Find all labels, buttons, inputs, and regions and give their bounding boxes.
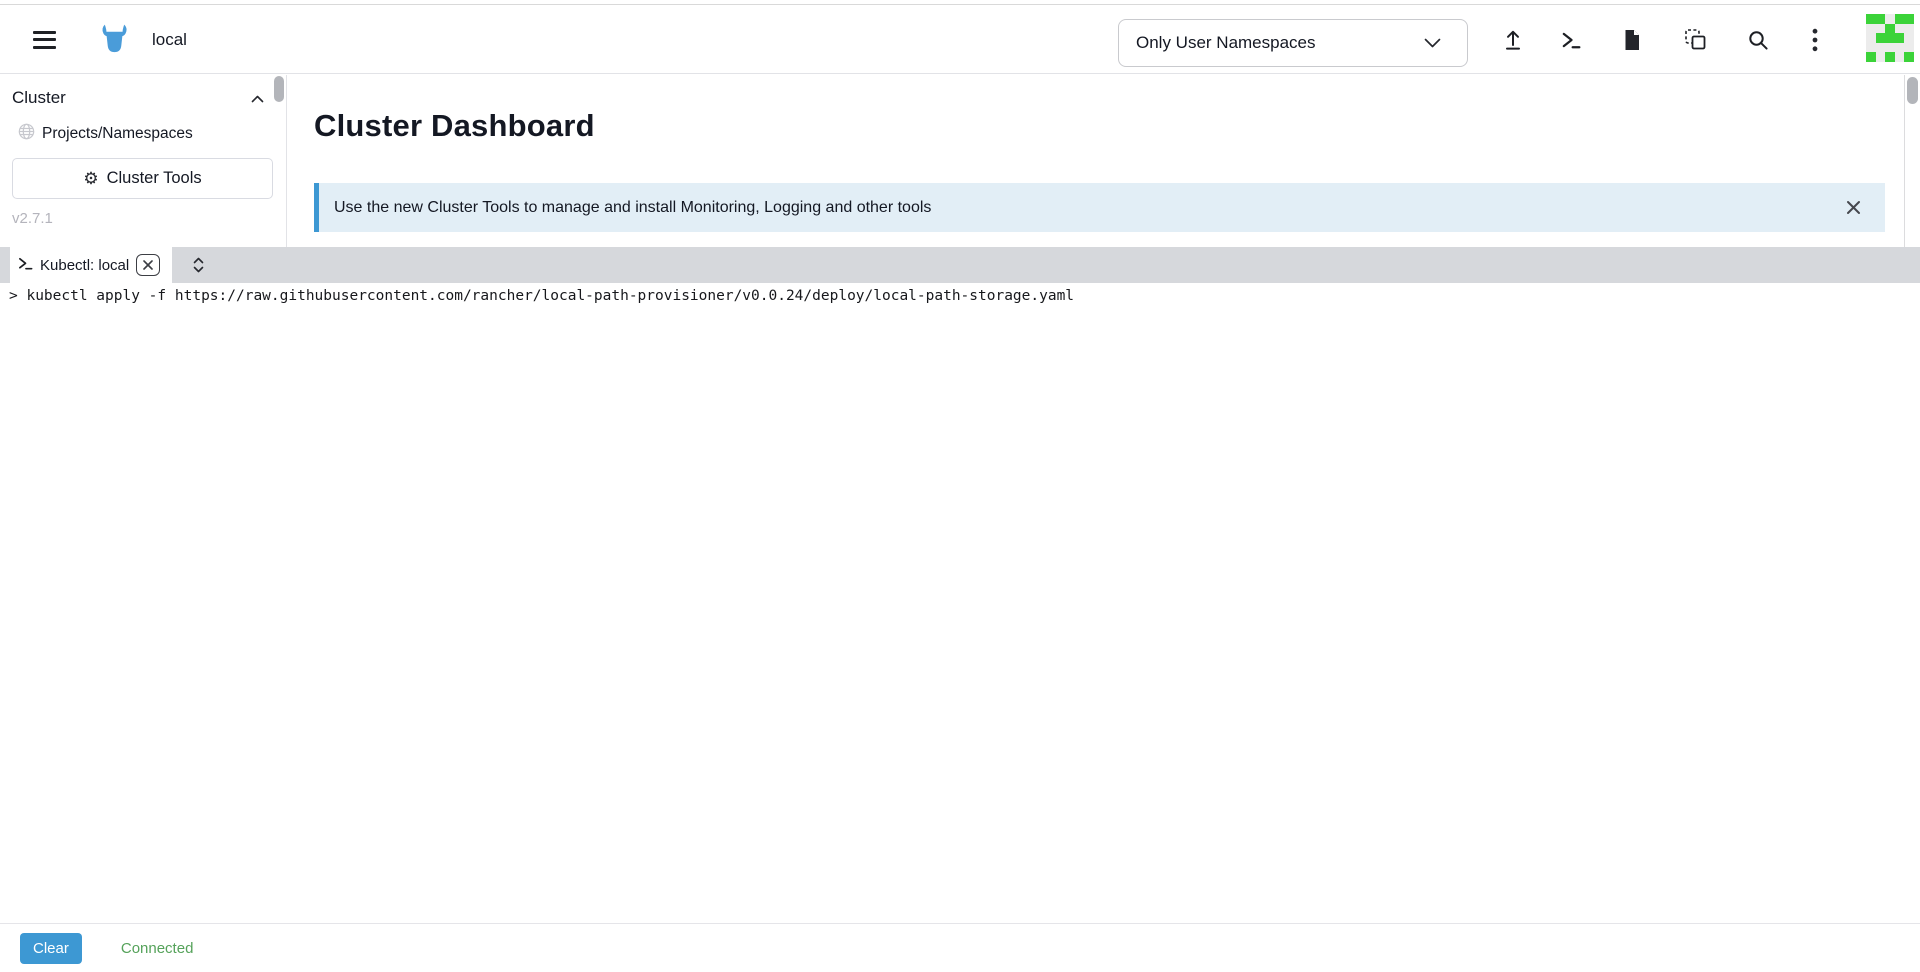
terminal-output[interactable]: > kubectl apply -f https://raw.githubuse… (0, 283, 1920, 923)
tab-label: Kubectl: local (40, 257, 129, 274)
namespaces-globe-icon (18, 123, 35, 145)
banner-close-icon[interactable] (1844, 198, 1863, 217)
terminal-prompt-icon (18, 256, 33, 275)
version-label: v2.7.1 (12, 210, 53, 227)
tab-close-icon[interactable] (136, 254, 160, 276)
user-avatar[interactable] (1866, 14, 1914, 62)
import-yaml-icon[interactable] (1681, 26, 1709, 54)
hamburger-line (33, 31, 56, 34)
file-document-icon[interactable] (1618, 26, 1646, 54)
kubectl-terminal-panel: Kubectl: local > kubectl apply -f https:… (0, 247, 1920, 972)
rancher-steer-logo-icon (96, 23, 133, 56)
cluster-name-label: local (152, 30, 187, 50)
chevron-up-icon[interactable] (251, 88, 264, 108)
sidebar: Cluster Projects/Namespaces ⚙ Cluster To… (0, 75, 287, 247)
chevron-down-icon (1424, 33, 1441, 53)
app-header: local Only User Namespaces (0, 6, 1920, 74)
connection-status-label: Connected (121, 940, 194, 957)
sidebar-section-cluster: Cluster (0, 75, 286, 108)
kubectl-shell-icon[interactable] (1557, 26, 1585, 54)
info-banner: Use the new Cluster Tools to manage and … (314, 183, 1885, 232)
terminal-tab-bar: Kubectl: local (0, 247, 1920, 283)
namespace-filter-value: Only User Namespaces (1136, 33, 1316, 53)
gear-icon: ⚙ (83, 170, 98, 187)
info-banner-text: Use the new Cluster Tools to manage and … (334, 199, 931, 217)
sidebar-scrollbar-thumb[interactable] (274, 76, 284, 102)
main-scrollbar (1904, 75, 1920, 247)
clear-button[interactable]: Clear (20, 933, 82, 964)
namespace-filter-dropdown[interactable]: Only User Namespaces (1118, 19, 1468, 67)
tab-kubectl-local[interactable]: Kubectl: local (10, 247, 172, 283)
kebab-menu-icon[interactable] (1801, 26, 1829, 54)
hamburger-line (33, 46, 56, 49)
upload-icon[interactable] (1499, 26, 1527, 54)
hamburger-line (33, 38, 56, 41)
terminal-footer: Clear Connected (0, 923, 1920, 972)
sidebar-section-title: Cluster (12, 88, 66, 108)
main-content: Cluster Dashboard Use the new Cluster To… (288, 75, 1904, 247)
sidebar-item-projects-namespaces[interactable]: Projects/Namespaces (0, 108, 286, 145)
terminal-resize-icon[interactable] (185, 247, 211, 283)
main-scrollbar-thumb[interactable] (1907, 77, 1918, 104)
search-icon[interactable] (1744, 26, 1772, 54)
cluster-tools-label: Cluster Tools (107, 169, 202, 188)
terminal-prompt-char: > (9, 288, 18, 304)
window-top-edge (0, 0, 1920, 5)
terminal-command-text: kubectl apply -f https://raw.githubuserc… (26, 288, 1074, 304)
cluster-tools-button[interactable]: ⚙ Cluster Tools (12, 158, 273, 199)
sidebar-item-label: Projects/Namespaces (42, 125, 193, 143)
hamburger-menu-button[interactable] (33, 31, 56, 49)
page-title: Cluster Dashboard (314, 108, 595, 144)
